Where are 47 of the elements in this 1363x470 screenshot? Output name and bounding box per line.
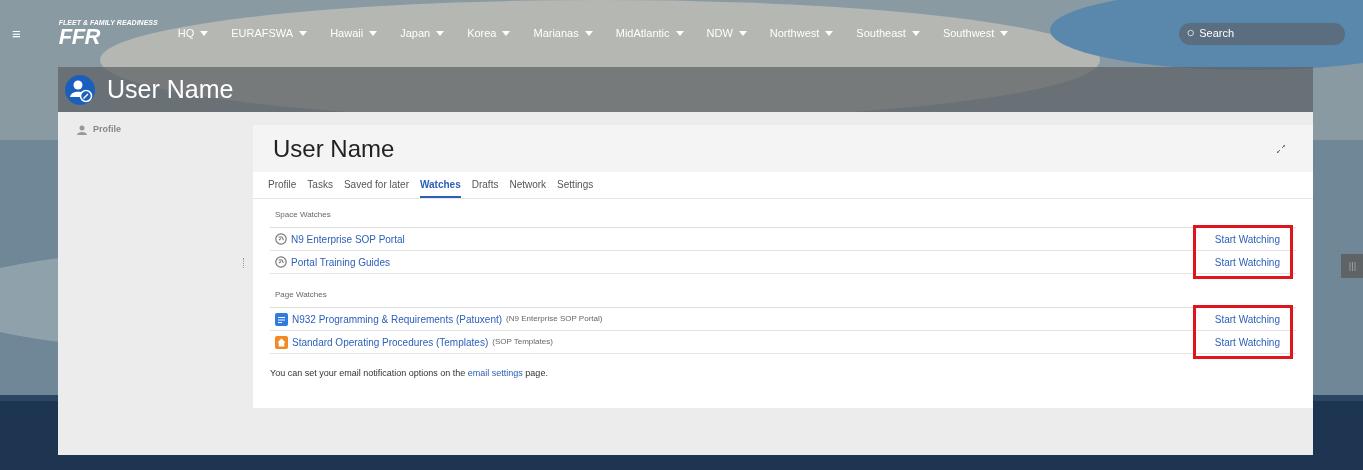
search-field[interactable]: Search (1179, 22, 1345, 45)
caret-icon (502, 31, 511, 36)
tab[interactable]: Profile (268, 172, 297, 198)
caret-icon (1000, 31, 1009, 36)
search-input[interactable]: Search (1199, 25, 1337, 42)
start-watching-link[interactable]: Start Watching (1214, 311, 1280, 327)
caret-icon (738, 31, 747, 36)
expand-icon[interactable] (1277, 144, 1285, 153)
section-heading: Page Watches (270, 289, 1296, 308)
caret-icon (584, 31, 593, 36)
card-title: User Name (273, 133, 395, 164)
start-watching-link[interactable]: Start Watching (1214, 334, 1280, 350)
caret-icon (200, 31, 209, 36)
caret-icon (911, 31, 920, 36)
watch-link[interactable]: N932 Programming & Requirements (Patuxent) (292, 311, 503, 327)
tab[interactable]: Network (509, 172, 547, 198)
watch-link[interactable]: Standard Operating Procedures (Templates) (292, 334, 489, 350)
side-handle[interactable] (1341, 254, 1363, 278)
start-watching-link[interactable]: Start Watching (1214, 231, 1280, 247)
user-edit-icon (65, 74, 95, 105)
tab[interactable]: Watches (419, 172, 461, 198)
caret-icon (369, 31, 378, 36)
grip-icon (1348, 261, 1356, 271)
caret-icon (825, 31, 834, 36)
user-icon (77, 124, 87, 135)
page-icon (275, 312, 288, 326)
section-heading: Space Watches (270, 209, 1296, 228)
space-icon (275, 256, 287, 268)
caret-icon (675, 31, 684, 36)
tab[interactable]: Settings (557, 172, 594, 198)
space-icon (275, 233, 287, 245)
tab[interactable]: Tasks (307, 172, 333, 198)
search-icon (1187, 29, 1196, 38)
resize-handle-icon[interactable] (243, 258, 245, 268)
page-title: User Name (107, 73, 234, 105)
tab[interactable]: Drafts (471, 172, 499, 198)
start-watching-link[interactable]: Start Watching (1214, 254, 1280, 270)
space-name: (SOP Templates) (492, 336, 553, 348)
home-icon (275, 335, 288, 349)
watch-link[interactable]: N9 Enterprise SOP Portal (291, 231, 405, 247)
watch-link[interactable]: Portal Training Guides (291, 254, 390, 270)
space-name: (N9 Enterprise SOP Portal) (506, 313, 603, 325)
tab[interactable]: Saved for later (343, 172, 409, 198)
caret-icon (299, 31, 308, 36)
email-note: You can set your email notification options on the email settings page. (270, 367, 549, 380)
email-settings-link[interactable]: email settings (467, 368, 523, 378)
caret-icon (436, 31, 445, 36)
